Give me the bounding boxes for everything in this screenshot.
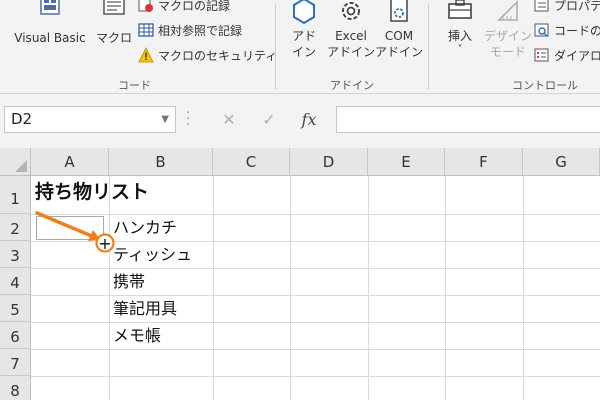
properties-label: プロパティ <box>554 0 600 13</box>
com-addin-label-line1: COM <box>384 29 414 43</box>
ruler-triangle-icon <box>493 0 523 24</box>
column-header-e[interactable]: E <box>368 148 445 176</box>
hexagon-icon <box>289 0 319 25</box>
row-header-8[interactable]: 8 <box>0 376 31 400</box>
record-macro-button[interactable]: マクロの記録 <box>138 0 230 15</box>
dialog-label: ダイアログ <box>554 48 600 63</box>
design-mode-label-line1: デザイン <box>484 29 533 43</box>
row-header-6[interactable]: 6 <box>0 322 31 349</box>
formula-input[interactable] <box>336 106 600 133</box>
row-header-5[interactable]: 5 <box>0 295 31 322</box>
addin-group-label: アドイン <box>330 79 374 92</box>
row-header-2[interactable]: 2 <box>0 214 31 241</box>
row-header-4[interactable]: 4 <box>0 268 31 295</box>
grid-line <box>31 214 600 215</box>
properties-icon <box>534 0 550 13</box>
grid-line <box>213 176 214 400</box>
grid-line <box>31 268 600 269</box>
com-addin-label-line2: アドイン <box>374 45 423 59</box>
relative-reference-label: 相対参照で記録 <box>158 23 243 38</box>
design-mode-button[interactable]: デザイン モード <box>484 0 532 60</box>
control-group-label: コントロール <box>512 79 578 92</box>
grid-line <box>31 295 600 296</box>
insert-dropdown-icon: ˅ <box>457 44 463 55</box>
table-grid-icon <box>138 22 154 38</box>
column-header-c[interactable]: C <box>213 148 290 176</box>
gear-icon <box>336 0 366 24</box>
column-header-g[interactable]: G <box>523 148 600 176</box>
cell-b4[interactable]: 携帯 <box>113 272 145 292</box>
macro-security-label: マクロのセキュリティ <box>158 48 278 63</box>
dialog-button[interactable]: ダイアログ <box>534 45 600 65</box>
group-separator <box>428 4 429 90</box>
macro-security-button[interactable]: マクロのセキュリティ <box>138 45 277 65</box>
vertical-dots-icon: · · · <box>186 105 191 133</box>
toolbox-icon <box>445 0 475 24</box>
grid-line <box>31 349 600 350</box>
addin-label-line1: アド <box>291 29 316 43</box>
excel-addin-button[interactable]: Excel アドイン <box>326 0 376 60</box>
worksheet-grid: A B C D E F G 1 2 3 4 5 6 7 8 持ち物リスト ハンカ… <box>0 148 600 400</box>
macro-button[interactable]: マクロ <box>94 0 134 46</box>
view-code-icon <box>534 22 550 38</box>
column-header-a[interactable]: A <box>31 148 109 176</box>
column-header-f[interactable]: F <box>445 148 523 176</box>
row-header-7[interactable]: 7 <box>0 349 31 376</box>
cell-b5[interactable]: 筆記用具 <box>113 299 177 319</box>
formula-buttons: ✕ ✓ fx <box>206 106 330 133</box>
code-group-label: コード <box>118 79 151 92</box>
name-box[interactable]: D2 ▼ <box>4 106 176 133</box>
grid-line <box>445 176 446 400</box>
grid-line <box>368 176 369 400</box>
addin-button[interactable]: アド イン <box>284 0 324 60</box>
record-icon <box>138 0 154 13</box>
select-all-button[interactable] <box>0 148 31 176</box>
row-header-1[interactable]: 1 <box>0 176 31 214</box>
enter-icon[interactable]: ✓ <box>254 106 284 133</box>
macro-icon <box>99 0 129 20</box>
grid-line <box>31 376 600 377</box>
formula-bar: D2 ▼ · · · ✕ ✓ fx <box>0 94 600 148</box>
visual-basic-icon <box>35 0 65 20</box>
insert-function-button[interactable]: fx <box>294 106 324 133</box>
grid-line <box>31 322 600 323</box>
select-all-triangle-icon <box>15 160 27 172</box>
row-header-3[interactable]: 3 <box>0 241 31 268</box>
grid-line <box>109 176 110 400</box>
com-addin-button[interactable]: COM アドイン <box>374 0 424 60</box>
cell-a1[interactable]: 持ち物リスト <box>35 180 149 204</box>
view-code-button[interactable]: コードの表 <box>534 20 600 40</box>
grid-line <box>290 176 291 400</box>
view-code-label: コードの表 <box>554 23 600 38</box>
grid-line <box>31 241 600 242</box>
record-macro-label: マクロの記録 <box>158 0 231 13</box>
visual-basic-label: Visual Basic <box>14 31 86 45</box>
warning-icon <box>138 47 154 63</box>
dialog-icon <box>534 47 550 63</box>
addin-label-line2: イン <box>291 45 316 59</box>
excel-addin-label-line2: アドイン <box>326 45 375 59</box>
cell-b6[interactable]: メモ帳 <box>113 326 161 346</box>
insert-control-button[interactable]: 挿入 ˅ <box>440 0 480 56</box>
cell-b2[interactable]: ハンカチ <box>113 218 177 238</box>
column-header-b[interactable]: B <box>109 148 213 176</box>
grid-line <box>523 176 524 400</box>
cell-a2-selection[interactable] <box>36 216 104 240</box>
ribbon: Visual Basic マクロ マクロの記録 相対参照で記録 マクロのセキュリ… <box>0 0 600 94</box>
chevron-down-icon[interactable]: ▼ <box>161 114 169 125</box>
relative-reference-button[interactable]: 相対参照で記録 <box>138 20 242 40</box>
excel-addin-label-line1: Excel <box>335 29 367 43</box>
group-separator <box>275 4 276 90</box>
com-gear-doc-icon <box>384 0 414 24</box>
properties-button[interactable]: プロパティ <box>534 0 600 15</box>
cell-b3[interactable]: ティッシュ <box>113 245 192 265</box>
cancel-icon[interactable]: ✕ <box>214 106 244 133</box>
macro-label: マクロ <box>95 31 132 45</box>
column-header-d[interactable]: D <box>290 148 368 176</box>
design-mode-label-line2: モード <box>489 45 526 59</box>
visual-basic-button[interactable]: Visual Basic <box>8 0 92 46</box>
name-box-value: D2 <box>11 110 33 128</box>
insert-label: 挿入 <box>447 29 472 43</box>
